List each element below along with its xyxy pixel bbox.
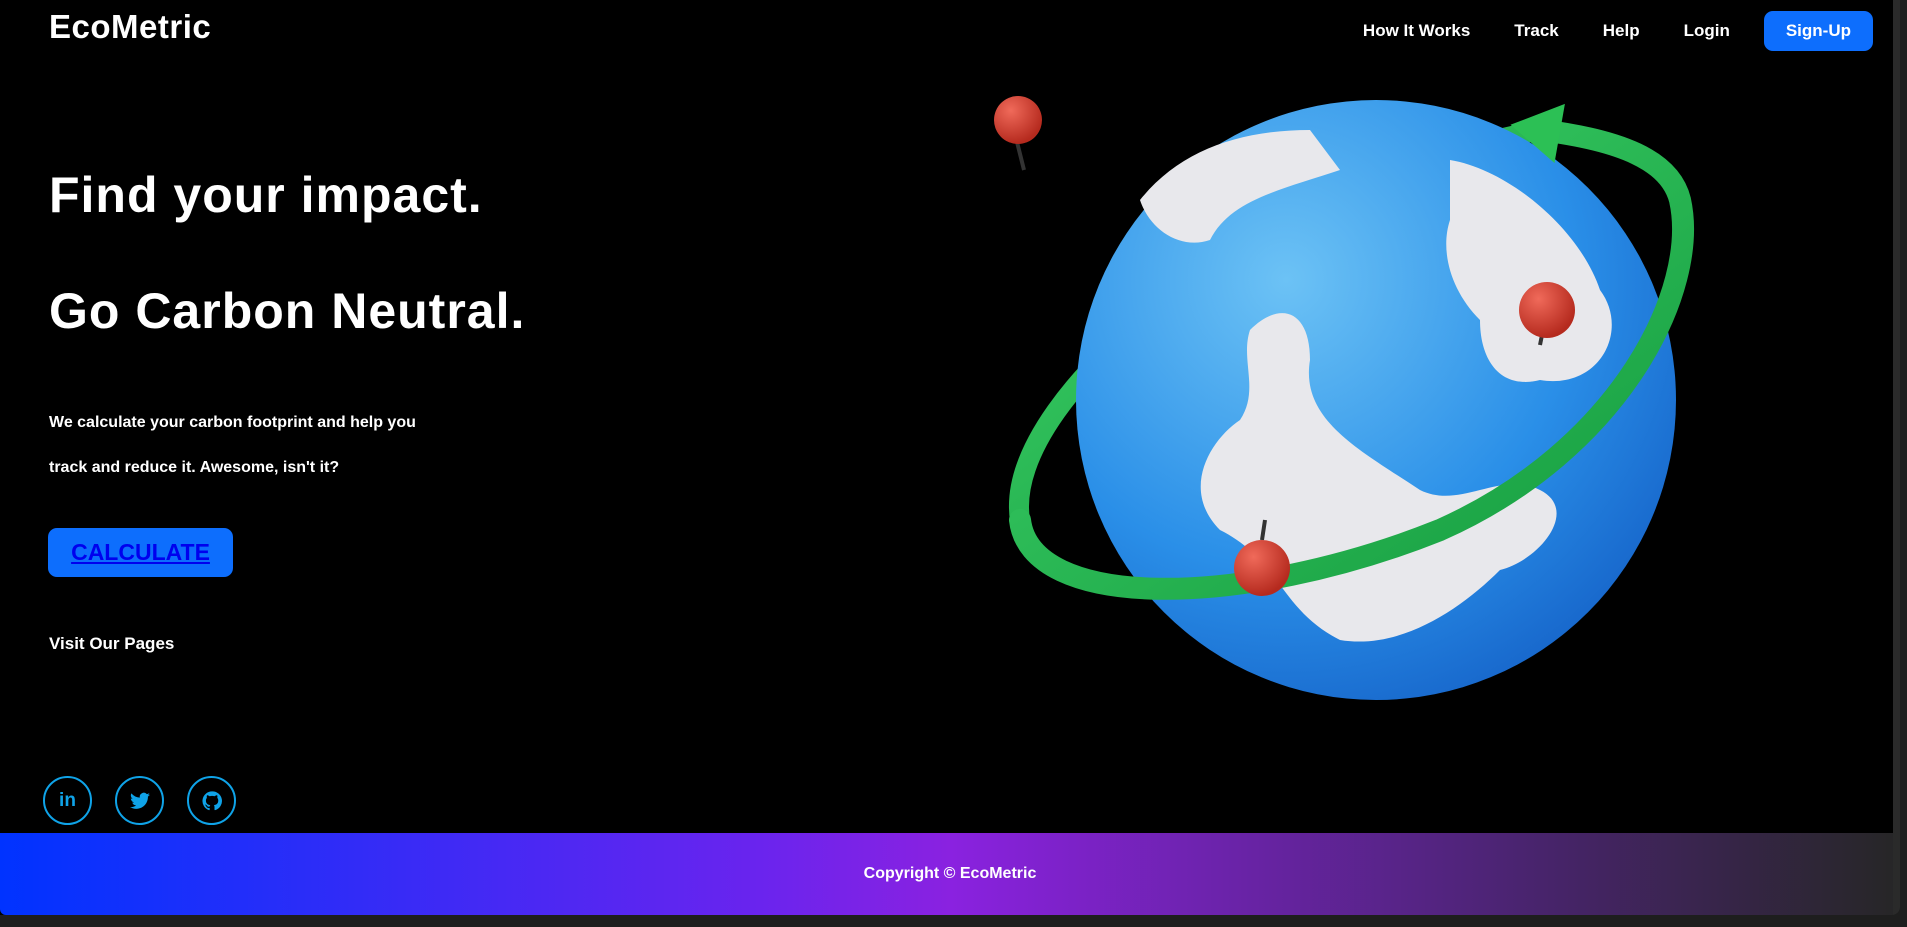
page: EcoMetric How It Works Track Help Login … (0, 0, 1900, 915)
social-links: in (43, 776, 236, 825)
hero-title-line1: Find your impact. (49, 167, 483, 223)
visit-pages-label: Visit Our Pages (49, 634, 175, 653)
copyright-text: Copyright © EcoMetric (863, 865, 1037, 882)
hero-description: We calculate your carbon footprint and h… (49, 400, 469, 490)
nav-how-it-works[interactable]: How It Works (1363, 21, 1470, 41)
hero-description-line1: We calculate your carbon footprint and h… (49, 414, 416, 431)
nav-track[interactable]: Track (1514, 21, 1558, 41)
github-icon[interactable] (187, 776, 236, 825)
scrollbar[interactable] (1893, 0, 1900, 915)
twitter-icon[interactable] (115, 776, 164, 825)
hero-title-line2: Go Carbon Neutral. (49, 283, 526, 339)
globe-illustration (994, 96, 1694, 700)
nav-login[interactable]: Login (1684, 21, 1730, 41)
nav-help[interactable]: Help (1603, 21, 1640, 41)
calculate-link[interactable]: CALCULATE (71, 539, 210, 566)
hero-description-line2: track and reduce it. Awesome, isn't it? (49, 459, 340, 476)
top-nav: How It Works Track Help Login Sign-Up (1319, 11, 1873, 51)
logo[interactable]: EcoMetric (49, 8, 211, 46)
linkedin-icon[interactable]: in (43, 776, 92, 825)
signup-button[interactable]: Sign-Up (1763, 11, 1873, 51)
pin-icon (994, 96, 1042, 171)
calculate-button[interactable]: CALCULATE (48, 528, 233, 577)
footer: Copyright © EcoMetric (0, 833, 1900, 915)
